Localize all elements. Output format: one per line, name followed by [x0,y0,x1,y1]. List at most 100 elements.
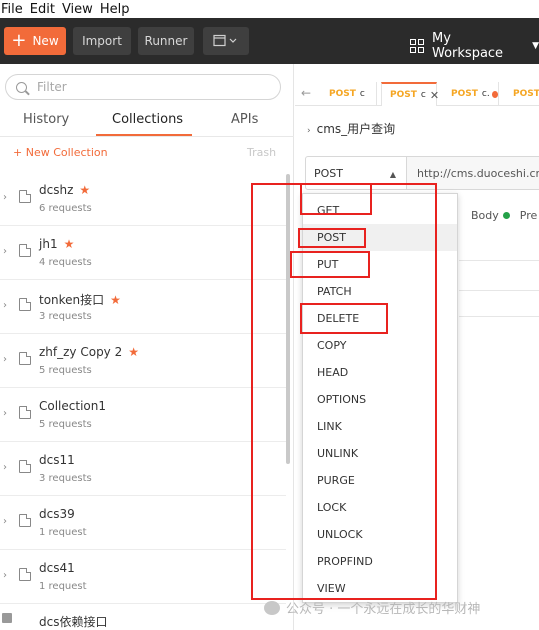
divider [459,290,539,291]
status-dot-icon [502,212,510,219]
method-dropdown: GET POST PUT PATCH DELETE COPY HEAD OPTI… [302,193,458,603]
star-icon[interactable]: ★ [128,345,139,359]
folder-icon [19,568,31,581]
request-name[interactable]: › cms_用户查询 [307,120,395,137]
divider [459,260,539,261]
tab-pre-request[interactable]: Pre [520,209,538,222]
new-button[interactable]: + New [4,27,66,55]
folder-icon [19,244,31,257]
request-tab[interactable]: POST [505,82,539,106]
chevron-right-icon[interactable]: › [3,300,7,311]
chevron-right-icon[interactable]: › [3,570,7,581]
collection-name: zhf_zy Copy 2 [39,345,123,359]
sidebar-scrollbar[interactable] [286,174,290,464]
tab-body[interactable]: Body [471,209,499,222]
method-option-delete[interactable]: DELETE [303,305,457,332]
method-option-patch[interactable]: PATCH [303,278,457,305]
collection-item[interactable]: › zhf_zy Copy 2 ★ 5 requests [0,334,286,388]
method-option-post[interactable]: POST [303,224,457,251]
method-option-head[interactable]: HEAD [303,359,457,386]
method-select[interactable]: POST ▲ [305,156,407,190]
collection-item[interactable]: › dcshz ★ 6 requests [0,172,286,226]
method-option-purge[interactable]: PURGE [303,467,457,494]
caret-up-icon: ▲ [389,170,396,179]
workspace-grid-icon [410,39,424,53]
request-tab[interactable]: POST c [321,82,377,106]
tab-apis[interactable]: APIs [231,112,258,127]
chevron-right-icon: › [307,126,311,136]
plus-icon: + [11,30,27,51]
method-option-unlink[interactable]: UNLINK [303,440,457,467]
runner-button[interactable]: Runner [138,27,194,55]
new-collection-button[interactable]: + New Collection [13,146,108,159]
method-option-get[interactable]: GET [303,197,457,224]
method-option-options[interactable]: OPTIONS [303,386,457,413]
request-tab[interactable]: POST c. [443,82,499,106]
wechat-icon [264,600,280,615]
folder-icon [19,460,31,473]
collection-count: 6 requests [39,203,92,214]
menu-bar: File Edit View Help [0,0,539,18]
collection-name: dcshz [39,183,74,197]
collection-count: 5 requests [39,419,92,430]
method-option-copy[interactable]: COPY [303,332,457,359]
chevron-right-icon[interactable]: › [3,246,7,257]
unsaved-dot-icon [491,90,498,98]
divider [459,316,539,317]
trash-link[interactable]: Trash [247,146,276,159]
method-option-put[interactable]: PUT [303,251,457,278]
menu-help[interactable]: Help [99,2,136,17]
request-subtabs: Body Pre [471,209,537,222]
star-icon[interactable]: ★ [64,237,75,251]
collection-item[interactable]: › jh1 ★ 4 requests [0,226,286,280]
folder-icon [19,514,31,527]
workspace-selector[interactable]: My Workspace ▼ [410,31,539,61]
request-tabs: ← POST c POST c ✕ POST c. POST [295,64,539,106]
arrow-left-icon[interactable]: ← [301,86,311,100]
collection-count: 4 requests [39,257,92,268]
chevron-right-icon[interactable]: › [3,192,7,203]
search-icon [16,81,27,93]
star-icon[interactable]: ★ [110,293,121,307]
method-option-propfind[interactable]: PROPFIND [303,548,457,575]
star-icon[interactable]: ★ [79,183,90,197]
divider [0,136,294,137]
menu-file[interactable]: File [0,2,29,17]
collection-item[interactable]: › tonken接口 ★ 3 requests [0,280,286,334]
method-option-unlock[interactable]: UNLOCK [303,521,457,548]
collection-item[interactable]: › dcs41 1 request [0,550,286,604]
collection-name: dcs11 [39,453,75,467]
collection-count: 5 requests [39,365,92,376]
import-button[interactable]: Import [73,27,131,55]
tab-history[interactable]: History [23,112,69,127]
collection-name: Collection1 [39,399,106,413]
chevron-right-icon[interactable]: › [3,408,7,419]
collection-item[interactable]: › dcs39 1 request [0,496,286,550]
chevron-right-icon[interactable]: › [3,516,7,527]
sidebar-tabs: History Collections APIs [0,110,294,138]
url-input[interactable]: http://cms.duoceshi.cn/c [407,156,539,190]
menu-view[interactable]: View [61,2,99,17]
watermark: 公众号 · 一个永远在成长的华财神 [264,598,480,617]
sidebar: Filter History Collections APIs + New Co… [0,64,294,630]
chevron-right-icon[interactable]: › [3,354,7,365]
request-tab-active[interactable]: POST c ✕ [381,82,439,106]
collection-count: 1 request [39,581,87,592]
method-option-lock[interactable]: LOCK [303,494,457,521]
chevron-down-icon: ▼ [532,41,539,51]
collection-name: dcs39 [39,507,75,521]
collection-count: 3 requests [39,473,92,484]
collection-item[interactable]: › dcs11 3 requests [0,442,286,496]
chevron-right-icon[interactable]: › [3,462,7,473]
new-window-button[interactable] [203,27,249,55]
collection-item[interactable]: › Collection1 5 requests [0,388,286,442]
collection-item-partial[interactable]: dcs依赖接口 [0,603,286,630]
folder-icon [19,298,31,311]
tab-collections[interactable]: Collections [112,112,183,127]
search-input[interactable]: Filter [5,74,281,100]
collection-name: tonken接口 [39,293,105,307]
close-icon[interactable]: ✕ [430,89,439,102]
menu-edit[interactable]: Edit [29,2,61,17]
method-option-link[interactable]: LINK [303,413,457,440]
folder-icon [2,613,12,623]
